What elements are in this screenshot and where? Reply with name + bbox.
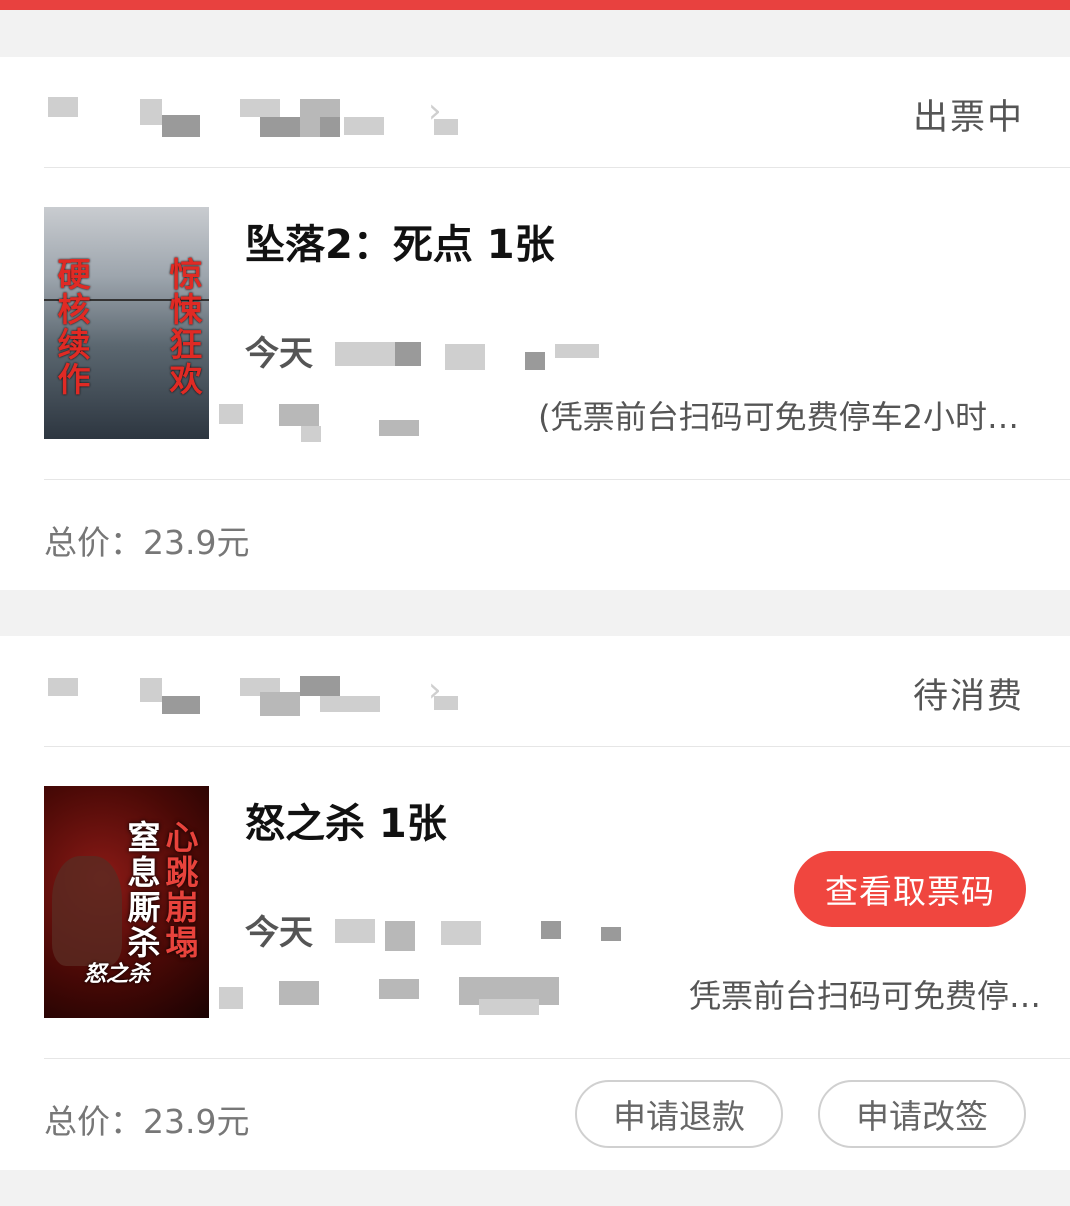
total-label: 总价： [44, 1102, 143, 1141]
order-status: 出票中 [912, 98, 1024, 138]
showtime-day: 今天 [245, 913, 313, 953]
cinema-header[interactable]: › 出票中 [44, 57, 1070, 168]
poster-logo: 怒之杀 [84, 962, 151, 987]
order-card[interactable]: › 待消费 窒息厮杀 心跳崩塌 怒之杀 怒之杀 1张 今天 凭票前台扫码可免费停… [0, 636, 1070, 1170]
movie-title: 怒之杀 1张 [245, 801, 447, 847]
cinema-name-redacted [44, 666, 474, 718]
order-body[interactable]: 窒息厮杀 心跳崩塌 怒之杀 怒之杀 1张 今天 凭票前台扫码可免费停… 查看取票… [44, 747, 1070, 1059]
poster-tagline-left: 窒息厮杀 [122, 820, 161, 960]
cinema-name-redacted [44, 87, 474, 139]
chevron-right-icon: › [428, 670, 442, 710]
movie-poster: 硬核续作 惊悚狂欢 [44, 207, 209, 439]
order-card[interactable]: › 出票中 硬核续作 惊悚狂欢 坠落2：死点 1张 今天 (凭票前台扫码可免费停… [0, 57, 1070, 590]
total-price: 总价：23.9元 [44, 516, 249, 564]
movie-poster: 窒息厮杀 心跳崩塌 怒之杀 [44, 786, 209, 1018]
showtime: 今天 [245, 905, 625, 953]
total-price: 总价：23.9元 [44, 1095, 249, 1143]
order-footer: 总价：23.9元 [44, 480, 1070, 591]
top-accent-bar [0, 0, 1070, 10]
request-change-button[interactable]: 申请改签 [818, 1080, 1026, 1148]
showtime-day: 今天 [245, 334, 313, 374]
parking-note: 凭票前台扫码可免费停… [688, 977, 1041, 1015]
hall-info: 凭票前台扫码可免费停… [219, 969, 1041, 1019]
cinema-header[interactable]: › 待消费 [44, 636, 1070, 747]
chevron-right-icon: › [428, 91, 442, 131]
poster-tagline-left: 硬核续作 [52, 257, 91, 397]
total-value: 23.9元 [143, 523, 250, 562]
parking-note: (凭票前台扫码可免费停车2小时… [538, 398, 1019, 436]
total-label: 总价： [44, 523, 143, 562]
order-footer: 总价：23.9元 申请退款 申请改签 [44, 1059, 1070, 1170]
total-value: 23.9元 [143, 1102, 250, 1141]
hall-info: (凭票前台扫码可免费停车2小时… [219, 390, 1019, 442]
movie-title: 坠落2：死点 1张 [245, 222, 555, 268]
order-body[interactable]: 硬核续作 惊悚狂欢 坠落2：死点 1张 今天 (凭票前台扫码可免费停车2小时… [44, 168, 1070, 480]
order-status: 待消费 [912, 677, 1024, 717]
showtime: 今天 [245, 326, 625, 374]
request-refund-button[interactable]: 申请退款 [575, 1080, 783, 1148]
view-ticket-code-button[interactable]: 查看取票码 [794, 851, 1026, 927]
poster-tagline-right: 心跳崩塌 [160, 820, 199, 960]
poster-tagline-right: 惊悚狂欢 [164, 257, 203, 397]
